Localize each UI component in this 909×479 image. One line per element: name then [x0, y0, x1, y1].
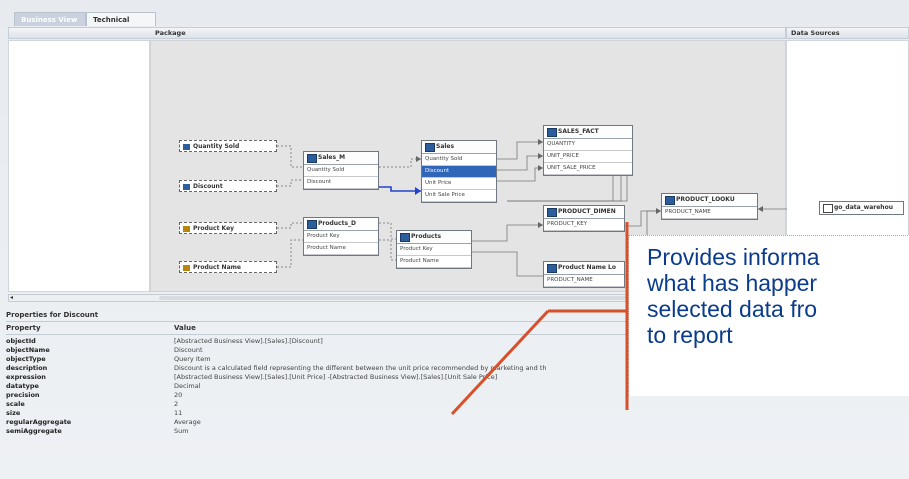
callout-pointer	[450, 222, 629, 416]
callout-diagonal-line	[450, 309, 550, 416]
